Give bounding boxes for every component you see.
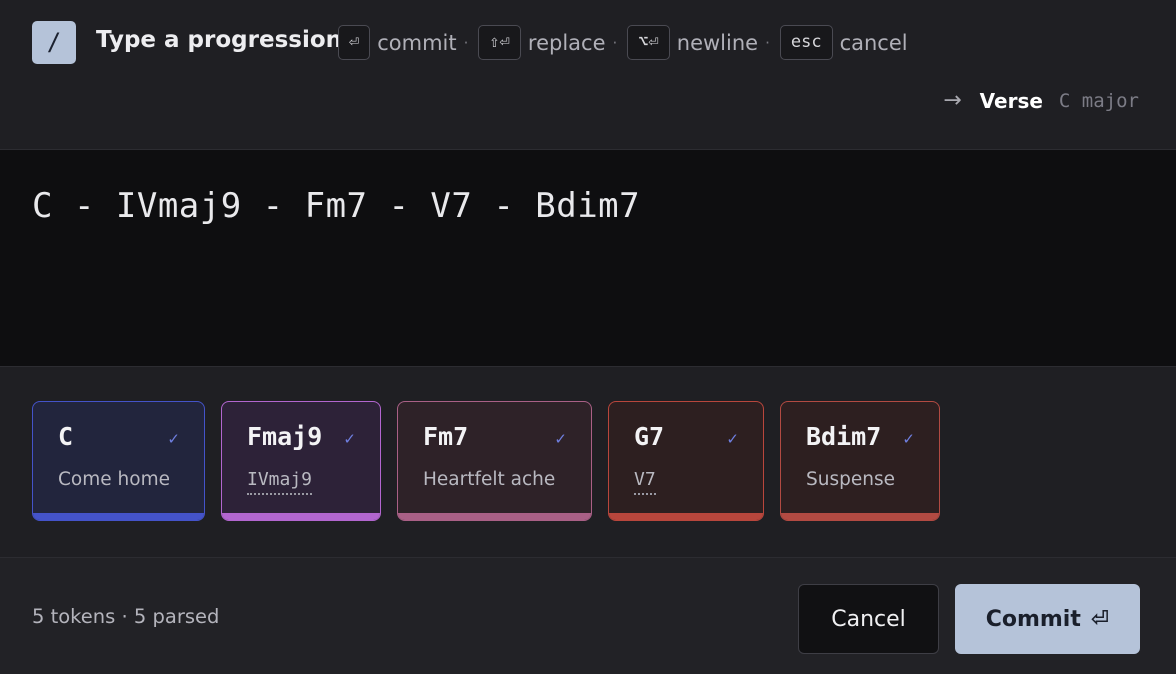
option-enter-key-hint: ⌥⏎ <box>627 25 670 60</box>
chord-name: G7 <box>634 422 665 451</box>
arrow-right-icon: → <box>943 88 962 113</box>
section-name: Verse <box>979 88 1043 113</box>
target-section: → Verse C major <box>943 88 1139 113</box>
check-icon: ✓ <box>343 430 356 448</box>
composer-footer: 5 tokens · 5 parsed Cancel Commit ⏎ <box>0 558 1176 674</box>
page-title: Type a progression <box>96 27 343 53</box>
hint-separator: · <box>612 33 618 52</box>
chord-chip[interactable]: Bdim7 ✓ Suspense <box>780 401 940 521</box>
chord-description: Suspense <box>806 469 895 490</box>
chip-color-bar <box>33 513 204 520</box>
section-key: C major <box>1058 89 1139 112</box>
progression-text: C - IVmaj9 - Fm7 - V7 - Bdim7 <box>32 186 641 226</box>
check-icon: ✓ <box>167 430 180 448</box>
chord-chip[interactable]: G7 ✓ V7 <box>608 401 764 521</box>
chord-name: C <box>58 422 74 451</box>
chip-color-bar <box>398 513 591 520</box>
check-icon: ✓ <box>902 430 915 448</box>
parsed-chords-row: C ✓ Come home Fmaj9 ✓ IVmaj9 Fm7 ✓ Heart… <box>0 367 1176 558</box>
hint-separator: · <box>765 33 770 52</box>
cancel-button[interactable]: Cancel <box>798 584 939 654</box>
parse-status: 5 tokens · 5 parsed <box>32 605 220 628</box>
commit-button-label: Commit <box>985 606 1081 632</box>
chord-name: Fmaj9 <box>247 422 323 451</box>
chord-description: Come home <box>58 469 170 490</box>
chord-roman-numeral: V7 <box>634 469 656 495</box>
chord-name: Fm7 <box>423 422 469 451</box>
progression-input[interactable]: C - IVmaj9 - Fm7 - V7 - Bdim7 <box>0 149 1176 367</box>
chord-roman-numeral: IVmaj9 <box>247 469 313 495</box>
chip-color-bar <box>222 513 380 520</box>
chip-color-bar <box>609 513 763 520</box>
chord-chip[interactable]: C ✓ Come home <box>32 401 205 521</box>
chord-description: Heartfelt ache <box>423 469 556 490</box>
check-icon: ✓ <box>726 430 739 448</box>
enter-key-hint: ⏎ <box>338 25 371 60</box>
hint-label-commit: commit <box>377 30 457 55</box>
keyboard-hints: ⏎ commit · ⇧⏎ replace · ⌥⏎ newline · esc… <box>338 25 915 60</box>
hint-label-newline: newline <box>676 30 759 55</box>
chord-chip[interactable]: Fmaj9 ✓ IVmaj9 <box>221 401 381 521</box>
chip-color-bar <box>781 513 939 520</box>
hint-label-cancel: cancel <box>839 30 908 55</box>
chord-name: Bdim7 <box>806 422 882 451</box>
hint-separator: · <box>463 33 469 52</box>
shift-enter-key-hint: ⇧⏎ <box>478 25 521 60</box>
enter-icon: ⏎ <box>1090 606 1110 632</box>
slash-key-badge: / <box>32 21 76 64</box>
check-icon: ✓ <box>554 430 567 448</box>
hint-label-replace: replace <box>527 30 606 55</box>
commit-button[interactable]: Commit ⏎ <box>955 584 1140 654</box>
composer-header: / Type a progression ⏎ commit · ⇧⏎ repla… <box>0 0 1176 149</box>
esc-key-hint: esc <box>779 25 833 60</box>
chord-chip[interactable]: Fm7 ✓ Heartfelt ache <box>397 401 592 521</box>
